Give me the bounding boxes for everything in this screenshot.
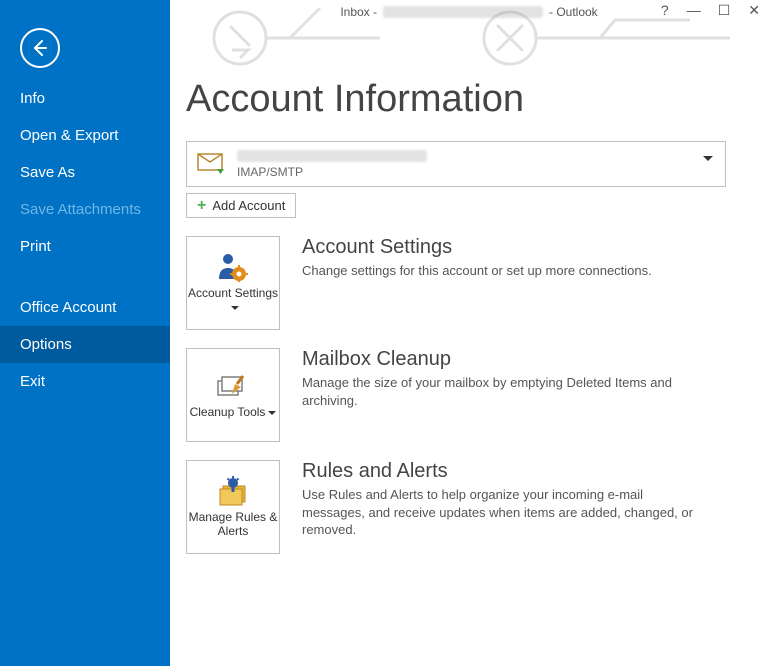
account-settings-title: Account Settings (302, 236, 732, 259)
account-selector[interactable]: IMAP/SMTP (186, 141, 726, 187)
add-account-label: Add Account (212, 198, 285, 213)
window-controls: ? — ☐ ✕ (661, 2, 760, 19)
cleanup-tools-button-label: Cleanup Tools (190, 405, 266, 419)
section-mailbox-cleanup: Cleanup Tools Mailbox Cleanup Manage the… (186, 348, 732, 442)
sidebar-item-exit[interactable]: Exit (0, 363, 170, 400)
rules-alerts-title: Rules and Alerts (302, 460, 732, 483)
account-settings-desc: Change settings for this account or set … (302, 262, 702, 280)
window-title: Inbox - - Outlook ? — ☐ ✕ (170, 0, 768, 24)
back-arrow-icon (30, 38, 50, 58)
add-account-button[interactable]: + Add Account (186, 193, 296, 218)
section-account-settings: Account Settings Account Settings Change… (186, 236, 732, 330)
sidebar-item-save-as[interactable]: Save As (0, 154, 170, 191)
title-suffix: - Outlook (549, 5, 598, 19)
chevron-down-icon (703, 156, 713, 161)
close-icon[interactable]: ✕ (748, 2, 760, 19)
title-redacted (383, 6, 543, 18)
manage-rules-alerts-button[interactable]: Manage Rules & Alerts (186, 460, 280, 554)
sidebar-item-open-export[interactable]: Open & Export (0, 117, 170, 154)
mailbox-cleanup-title: Mailbox Cleanup (302, 348, 732, 371)
title-prefix: Inbox - (340, 5, 377, 19)
sidebar-item-print[interactable]: Print (0, 228, 170, 265)
chevron-down-icon (231, 306, 239, 310)
back-button[interactable] (20, 28, 60, 68)
cleanup-tools-icon (217, 371, 249, 401)
account-type: IMAP/SMTP (237, 165, 427, 179)
account-email-redacted (237, 150, 427, 162)
page-title: Account Information (186, 78, 732, 121)
sidebar-item-info[interactable]: Info (0, 80, 170, 117)
content-pane: Inbox - - Outlook ? — ☐ ✕ (170, 0, 768, 666)
sidebar-item-office-account[interactable]: Office Account (0, 289, 170, 326)
manage-rules-alerts-button-label: Manage Rules & Alerts (187, 510, 279, 539)
maximize-icon[interactable]: ☐ (718, 2, 731, 19)
sidebar-item-options[interactable]: Options (0, 326, 170, 363)
sidebar-item-save-attachments: Save Attachments (0, 191, 170, 228)
account-settings-button-label: Account Settings (188, 286, 278, 300)
account-envelope-icon (197, 151, 227, 177)
account-settings-button[interactable]: Account Settings (186, 236, 280, 330)
backstage-sidebar: Info Open & Export Save As Save Attachme… (0, 0, 170, 666)
plus-icon: + (197, 199, 206, 213)
minimize-icon[interactable]: — (687, 2, 700, 19)
chevron-down-icon (268, 411, 276, 415)
account-settings-icon (218, 252, 248, 282)
rules-alerts-icon (218, 476, 248, 506)
cleanup-tools-button[interactable]: Cleanup Tools (186, 348, 280, 442)
rules-alerts-desc: Use Rules and Alerts to help organize yo… (302, 486, 702, 539)
section-rules-alerts: Manage Rules & Alerts Rules and Alerts U… (186, 460, 732, 554)
help-icon[interactable]: ? (661, 2, 669, 19)
mailbox-cleanup-desc: Manage the size of your mailbox by empty… (302, 374, 702, 409)
